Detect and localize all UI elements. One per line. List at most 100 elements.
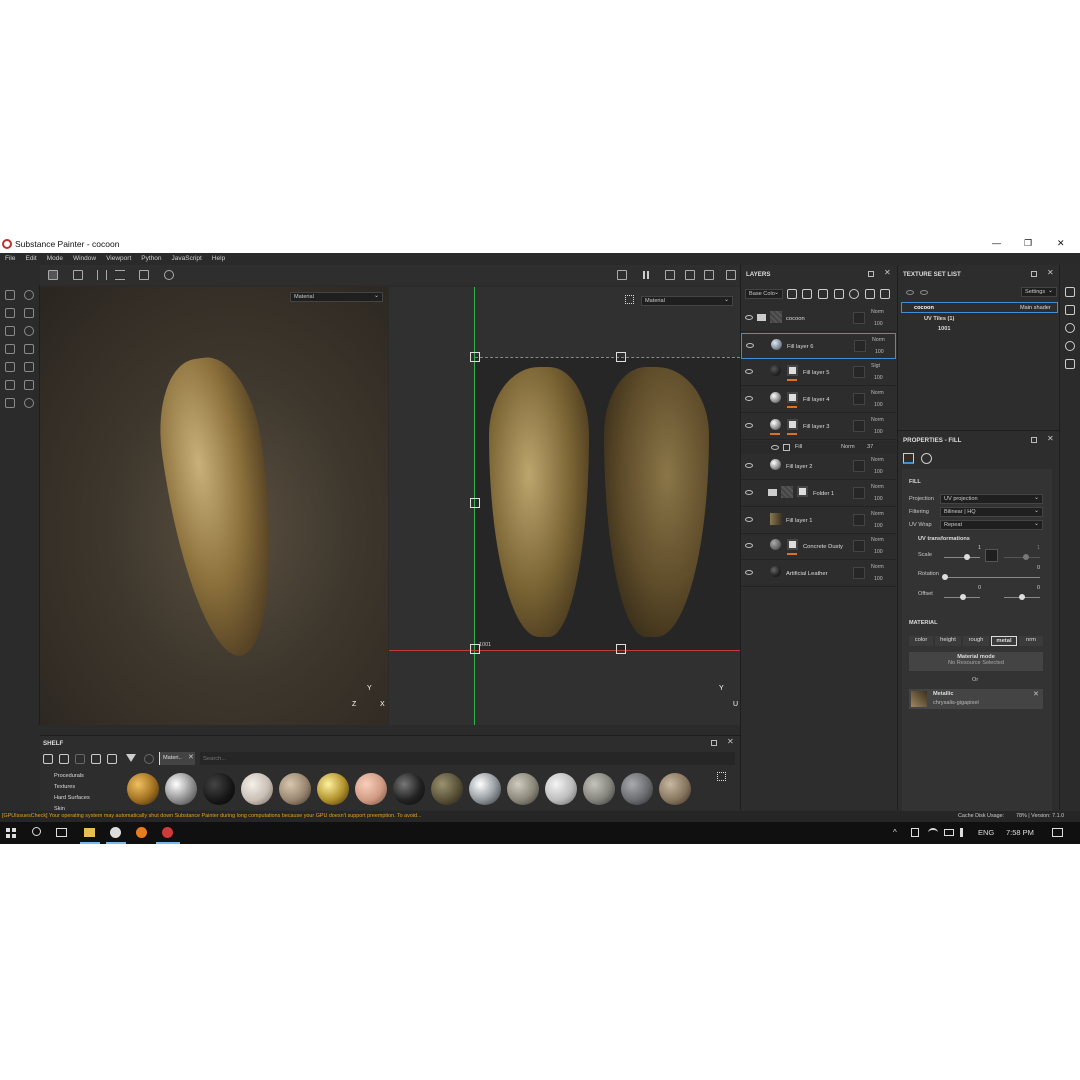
panel-float-icon[interactable] [868,271,874,277]
layer-row-fill-6[interactable]: Fill layer 6 Norm 100 [741,333,896,359]
add-fill-layer-icon[interactable] [834,289,844,299]
export-icon[interactable] [107,754,117,764]
task-view-icon[interactable] [56,828,67,837]
layer-opacity[interactable]: 100 [875,349,884,355]
scale-slider-2[interactable] [1004,557,1040,558]
material-thumbnail[interactable] [165,773,197,805]
minimize-button[interactable]: — [992,238,1001,248]
filtering-select[interactable]: Bilinear | HQ [940,507,1043,517]
uvwrap-select[interactable]: Repeat [940,520,1043,530]
display-settings-icon[interactable] [1065,323,1075,333]
layer-mask-slot[interactable] [853,420,865,432]
rotation-slider[interactable] [944,577,1040,578]
uv-transformations-toggle[interactable]: UV transformations [918,536,970,542]
effect-blend[interactable]: Norm [841,444,855,450]
transform-handle[interactable] [616,644,626,654]
viewport-3d-mode-select[interactable]: Material [290,292,383,302]
eye-icon[interactable] [745,315,753,320]
shelf-search-input[interactable] [200,752,735,765]
metallic-resource[interactable]: Metallic chrysalis-gigapixel ✕ [909,689,1043,709]
eye-icon[interactable] [920,290,928,295]
material-thumbnail[interactable] [127,773,159,805]
align-icon[interactable] [115,270,125,280]
material-thumbnail[interactable] [507,773,539,805]
material-thumbnail[interactable] [355,773,387,805]
texture-set-list-icon[interactable] [1065,287,1075,297]
transform-handle[interactable] [470,352,480,362]
menu-javascript[interactable]: JavaScript [167,253,207,262]
add-mask-icon[interactable] [802,289,812,299]
material-thumbnail[interactable] [659,773,691,805]
layer-row-fill-2[interactable]: Fill layer 2 Norm 100 [741,454,896,480]
pause-icon[interactable] [643,271,649,279]
material-thumbnail[interactable] [241,773,273,805]
panel-float-icon[interactable] [1031,271,1037,277]
viewport-2d[interactable]: Material 1001 Y U [389,287,740,725]
fill-tab-icon[interactable] [903,453,914,464]
viewport-split-icon[interactable] [665,270,675,280]
add-effect-icon[interactable] [787,289,797,299]
layers-icon[interactable] [24,308,34,318]
eye-icon[interactable] [745,490,753,495]
uv-tiles-label[interactable]: UV Tiles (1) [924,316,954,322]
material-thumbnail[interactable] [279,773,311,805]
offset-value-1[interactable]: 0 [978,585,981,591]
menu-mode[interactable]: Mode [42,253,68,262]
clone-icon[interactable] [5,380,15,390]
layer-mask-slot[interactable] [853,540,865,552]
texture-set-row[interactable]: cocoon Main shader [901,302,1058,313]
panel-close-icon[interactable]: ✕ [884,268,891,277]
blend-mode[interactable]: Norm [872,337,885,343]
blend-mode[interactable]: Norm [871,309,884,315]
eye-icon[interactable] [906,290,914,295]
uv-tile-item[interactable]: 1001 [938,326,950,332]
material-thumbnail[interactable] [431,773,463,805]
layer-opacity[interactable]: 100 [874,576,883,582]
material-mode-button[interactable]: Material mode No Resource Selected [909,652,1043,671]
delete-layer-icon[interactable] [880,289,890,299]
offset-slider-1-handle[interactable] [960,594,966,600]
layer-row-fill-1[interactable]: Fill layer 1 Norm 100 [741,508,896,534]
projection-select[interactable]: UV projection [940,494,1043,504]
menu-python[interactable]: Python [136,253,166,262]
scale-value-2[interactable]: 1 [1037,545,1040,551]
eye-icon[interactable] [745,369,753,374]
folder-icon[interactable] [43,754,53,764]
menu-edit[interactable]: Edit [20,253,41,262]
wifi-icon[interactable] [928,828,938,837]
screenshot-icon[interactable] [726,270,736,280]
layer-opacity[interactable]: 100 [874,375,883,381]
smudge-icon[interactable] [5,362,15,372]
eye-icon[interactable] [745,423,753,428]
scale-value[interactable]: 1 [978,545,981,551]
layer-opacity[interactable]: 100 [874,549,883,555]
texture-set-settings-icon[interactable] [1065,305,1075,315]
transform-handle[interactable] [470,644,480,654]
tray-chevron-icon[interactable]: ^ [893,828,897,837]
material-thumbnail[interactable] [545,773,577,805]
menu-file[interactable]: File [0,253,20,262]
grid-large-icon[interactable] [73,270,83,280]
remove-tag-icon[interactable]: ✕ [188,753,194,761]
hide-icon[interactable] [91,754,101,764]
panel-close-icon[interactable]: ✕ [727,737,734,746]
effect-opacity[interactable]: 37 [867,444,873,450]
history-panel-icon[interactable] [1065,341,1075,351]
effect-row-fill[interactable]: Fill Norm 37 [741,441,896,454]
viewport-3d[interactable]: Material Y Z X [40,287,388,725]
history-icon[interactable] [164,270,174,280]
picker-icon[interactable] [5,398,15,408]
material-thumbnail[interactable] [317,773,349,805]
channel-select[interactable]: Base Colo [745,289,783,299]
transform-handle[interactable] [616,352,626,362]
eraser-icon[interactable] [5,308,15,318]
blend-mode[interactable]: Norm [871,417,884,423]
settings-gear-icon[interactable] [24,290,34,300]
document-icon[interactable] [24,362,34,372]
panel-close-icon[interactable]: ✕ [1047,434,1054,443]
panel-float-icon[interactable] [711,740,717,746]
filter-tag[interactable]: Materi.. ✕ [159,752,195,765]
material-thumbnail[interactable] [393,773,425,805]
lock-icon[interactable] [985,549,998,562]
layer-mask-slot[interactable] [853,366,865,378]
